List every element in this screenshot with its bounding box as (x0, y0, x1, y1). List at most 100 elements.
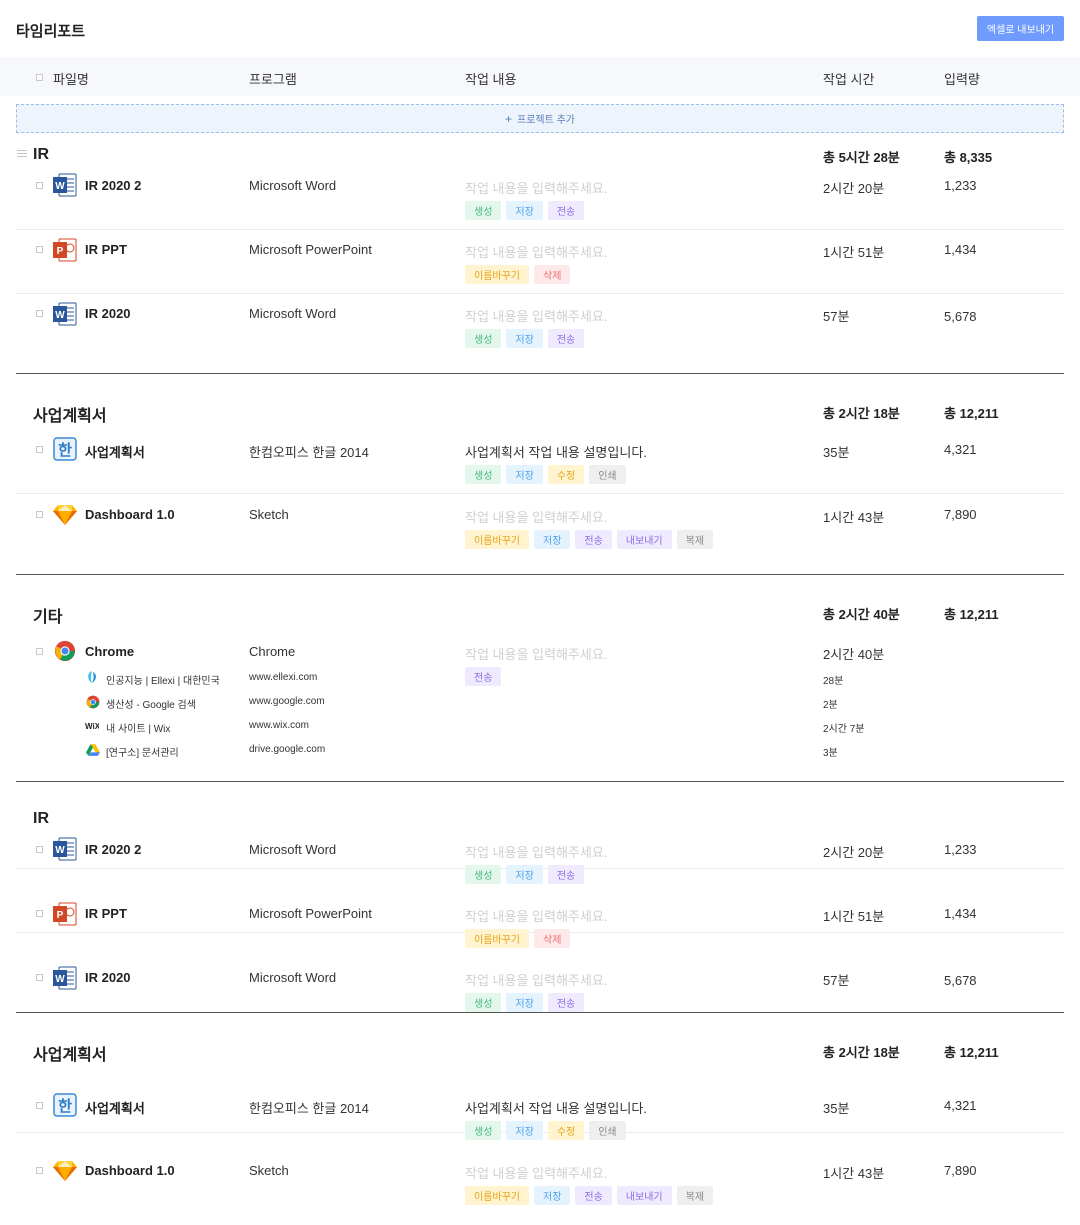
row-checkbox[interactable] (36, 310, 43, 317)
column-header-content[interactable]: 작업 내용 (465, 69, 516, 88)
row-checkbox[interactable] (36, 182, 43, 189)
row-checkbox[interactable] (36, 846, 43, 853)
program-name: Chrome (249, 644, 296, 659)
row-checkbox[interactable] (36, 648, 43, 655)
program-name: Microsoft Word (249, 842, 337, 857)
tag-rename: 이름바꾸기 (465, 530, 529, 549)
file-name: 사업계획서 (85, 445, 145, 460)
input-amount: 7,890 (944, 1163, 977, 1178)
column-header-program[interactable]: 프로그램 (249, 69, 297, 88)
content-input[interactable]: 작업 내용을 입력해주세요. (465, 178, 607, 197)
content-input[interactable]: 작업 내용을 입력해주세요. (465, 1163, 607, 1182)
add-project-button[interactable]: + 프로젝트 추가 (16, 104, 1064, 133)
tag-rename: 이름바꾸기 (465, 929, 529, 948)
file-name: IR 2020 (85, 970, 131, 985)
export-excel-button[interactable]: 엑셀로 내보내기 (977, 16, 1064, 41)
row-checkbox[interactable] (36, 446, 43, 453)
content-text[interactable]: 사업계획서 작업 내용 설명입니다. (465, 1098, 647, 1117)
tag-list: 이름바꾸기 저장 전송 내보내기 복제 (465, 1186, 714, 1205)
sub-page-url[interactable]: www.wix.com (249, 720, 309, 731)
input-amount: 1,434 (944, 242, 977, 257)
input-amount: 5,678 (944, 973, 977, 988)
row-divider (16, 293, 1064, 294)
row-divider (16, 493, 1064, 494)
sketch-icon (53, 505, 77, 525)
input-amount: 1,233 (944, 842, 977, 857)
file-name: IR 2020 2 (85, 842, 142, 857)
tag-save: 저장 (506, 329, 543, 348)
tag-list: 생성 저장 전송 (465, 865, 585, 884)
tag-send: 전송 (465, 667, 502, 686)
content-input[interactable]: 작업 내용을 입력해주세요. (465, 507, 607, 526)
content-input[interactable]: 작업 내용을 입력해주세요. (465, 242, 607, 261)
input-amount: 5,678 (944, 309, 977, 324)
tag-rename: 이름바꾸기 (465, 1186, 529, 1205)
column-header-time[interactable]: 작업 시간 (823, 69, 874, 88)
group-name: 기타 (33, 609, 63, 626)
sub-page-url[interactable]: www.ellexi.com (249, 672, 317, 683)
column-header-file[interactable]: 파일명 (53, 69, 89, 88)
content-input[interactable]: 작업 내용을 입력해주세요. (465, 906, 607, 925)
tag-list: 이름바꾸기 저장 전송 내보내기 복제 (465, 530, 714, 549)
group-total-input: 총 12,211 (944, 607, 999, 622)
drag-handle-icon[interactable] (17, 150, 27, 159)
tag-list: 생성 저장 전송 (465, 201, 585, 220)
tag-send: 전송 (575, 530, 612, 549)
row-checkbox[interactable] (36, 1167, 43, 1174)
word-icon: W (53, 173, 77, 197)
tag-save: 저장 (506, 465, 543, 484)
tag-print: 인쇄 (589, 465, 626, 484)
hangul-icon: 한 (53, 437, 77, 461)
row-checkbox[interactable] (36, 1102, 43, 1109)
tag-duplicate: 복제 (676, 530, 714, 549)
row-checkbox[interactable] (36, 511, 43, 518)
ellexi-icon (88, 671, 96, 683)
input-amount: 1,233 (944, 178, 977, 193)
sub-page-time: 28분 (823, 676, 844, 687)
tag-list: 이름바꾸기 삭제 (465, 929, 571, 948)
group-total-input: 총 12,211 (944, 1045, 999, 1060)
work-time: 57분 (823, 309, 850, 324)
svg-text:W: W (55, 974, 65, 985)
program-name: Microsoft Word (249, 306, 337, 321)
sub-page-title: [연구소] 문서관리 (106, 748, 179, 759)
program-name: Microsoft PowerPoint (249, 906, 372, 921)
tag-export: 내보내기 (616, 1186, 672, 1205)
work-time: 35분 (823, 445, 850, 460)
row-checkbox[interactable] (36, 910, 43, 917)
work-time: 1시간 51분 (823, 245, 885, 260)
program-name: 한컴오피스 한글 2014 (249, 445, 369, 460)
sub-page-time: 2시간 7분 (823, 724, 865, 735)
tag-print: 인쇄 (589, 1121, 626, 1140)
content-input[interactable]: 작업 내용을 입력해주세요. (465, 306, 607, 325)
content-input[interactable]: 작업 내용을 입력해주세요. (465, 842, 607, 861)
column-header-input[interactable]: 입력량 (944, 69, 980, 88)
sub-page-url[interactable]: drive.google.com (249, 744, 325, 755)
sub-page-title: 내 사이트 | Wix (106, 724, 171, 735)
tag-create: 생성 (465, 201, 502, 220)
tag-save: 저장 (506, 865, 543, 884)
work-time: 2시간 40분 (823, 647, 885, 662)
tag-send: 전송 (547, 329, 585, 348)
content-text[interactable]: 사업계획서 작업 내용 설명입니다. (465, 442, 647, 461)
content-input[interactable]: 작업 내용을 입력해주세요. (465, 970, 607, 989)
tag-send: 전송 (575, 1186, 612, 1205)
select-all-checkbox[interactable] (36, 74, 43, 81)
tag-rename: 이름바꾸기 (465, 265, 529, 284)
group-divider (16, 1012, 1064, 1013)
group-total-input: 총 8,335 (944, 150, 993, 165)
group-name: IR (33, 146, 49, 163)
row-checkbox[interactable] (36, 974, 43, 981)
input-amount: 7,890 (944, 507, 977, 522)
tag-list: 생성 저장 전송 (465, 993, 585, 1012)
sub-page-url[interactable]: www.google.com (249, 696, 325, 707)
tag-delete: 삭제 (534, 265, 571, 284)
content-input[interactable]: 작업 내용을 입력해주세요. (465, 644, 607, 663)
tag-list: 생성 저장 수정 인쇄 (465, 1121, 626, 1140)
svg-text:한: 한 (58, 1097, 72, 1115)
row-checkbox[interactable] (36, 246, 43, 253)
row-divider (16, 229, 1064, 230)
group-total-time: 총 2시간 18분 (823, 406, 900, 421)
tag-delete: 삭제 (534, 929, 571, 948)
add-project-label: 프로젝트 추가 (517, 115, 575, 126)
